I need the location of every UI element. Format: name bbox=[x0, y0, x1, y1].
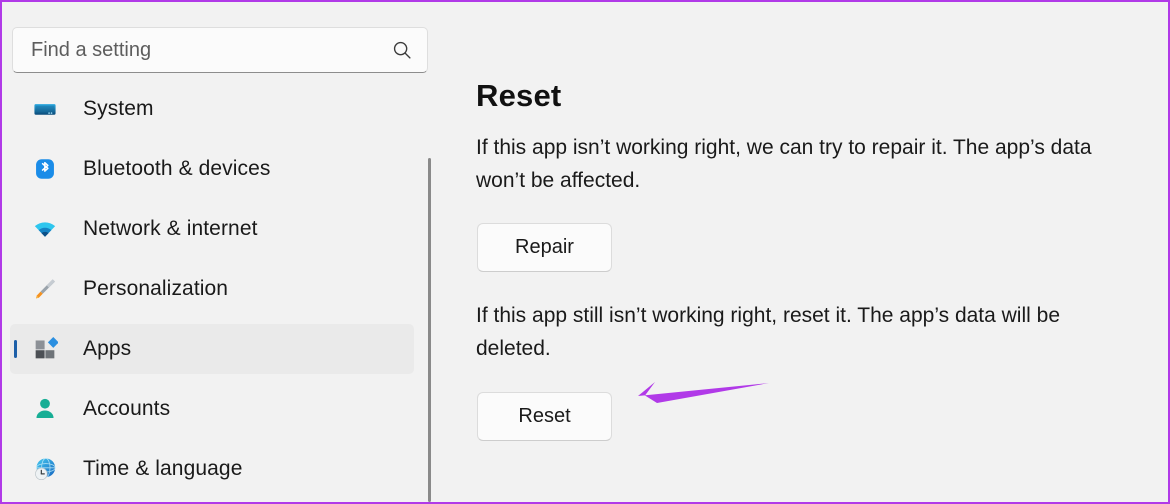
system-icon bbox=[34, 104, 56, 115]
repair-description: If this app isn’t working right, we can … bbox=[476, 136, 1092, 192]
sidebar-item-bluetooth-devices[interactable]: Bluetooth & devices bbox=[10, 144, 414, 194]
search-input[interactable] bbox=[31, 38, 383, 62]
sidebar-item-personalization[interactable]: Personalization bbox=[10, 264, 414, 314]
search-box[interactable] bbox=[12, 27, 428, 73]
settings-window: System Bluetooth & devices Network & int… bbox=[0, 0, 1170, 504]
sidebar-item-label: Time & language bbox=[83, 457, 243, 480]
scrollbar-thumb[interactable] bbox=[428, 158, 431, 502]
sidebar-item-label: System bbox=[83, 97, 154, 120]
sidebar-item-label: Network & internet bbox=[83, 217, 258, 240]
sidebar-item-system[interactable]: System bbox=[10, 86, 414, 134]
sidebar-item-network-internet[interactable]: Network & internet bbox=[10, 204, 414, 254]
sidebar-item-label: Personalization bbox=[83, 277, 229, 300]
reset-description: If this app still isn’t working right, r… bbox=[476, 304, 1061, 360]
sidebar-scrollbar[interactable] bbox=[428, 86, 432, 502]
sidebar: System Bluetooth & devices Network & int… bbox=[2, 2, 432, 502]
sidebar-item-label: Apps bbox=[83, 337, 132, 360]
network-icon bbox=[34, 222, 56, 237]
page-title: Reset bbox=[476, 78, 562, 113]
person-icon bbox=[36, 398, 54, 418]
search-icon[interactable] bbox=[391, 39, 413, 61]
annotation-arrow bbox=[638, 382, 769, 403]
paintbrush-icon bbox=[35, 279, 55, 299]
sidebar-item-label: Bluetooth & devices bbox=[83, 157, 271, 180]
reset-button[interactable]: Reset bbox=[477, 392, 612, 441]
sidebar-item-apps[interactable]: Apps bbox=[10, 324, 414, 374]
bluetooth-icon bbox=[36, 159, 54, 179]
sidebar-nav: System Bluetooth & devices Network & int… bbox=[2, 86, 430, 502]
apps-icon bbox=[35, 337, 58, 359]
sidebar-item-accounts[interactable]: Accounts bbox=[10, 384, 414, 434]
globe-clock-icon bbox=[35, 458, 56, 481]
repair-button[interactable]: Repair bbox=[477, 223, 612, 272]
sidebar-item-time-language[interactable]: Time & language bbox=[10, 444, 414, 494]
sidebar-item-label: Accounts bbox=[83, 397, 171, 420]
selection-indicator bbox=[14, 340, 17, 358]
main-content: Reset If this app isn’t working right, w… bbox=[434, 2, 1168, 502]
